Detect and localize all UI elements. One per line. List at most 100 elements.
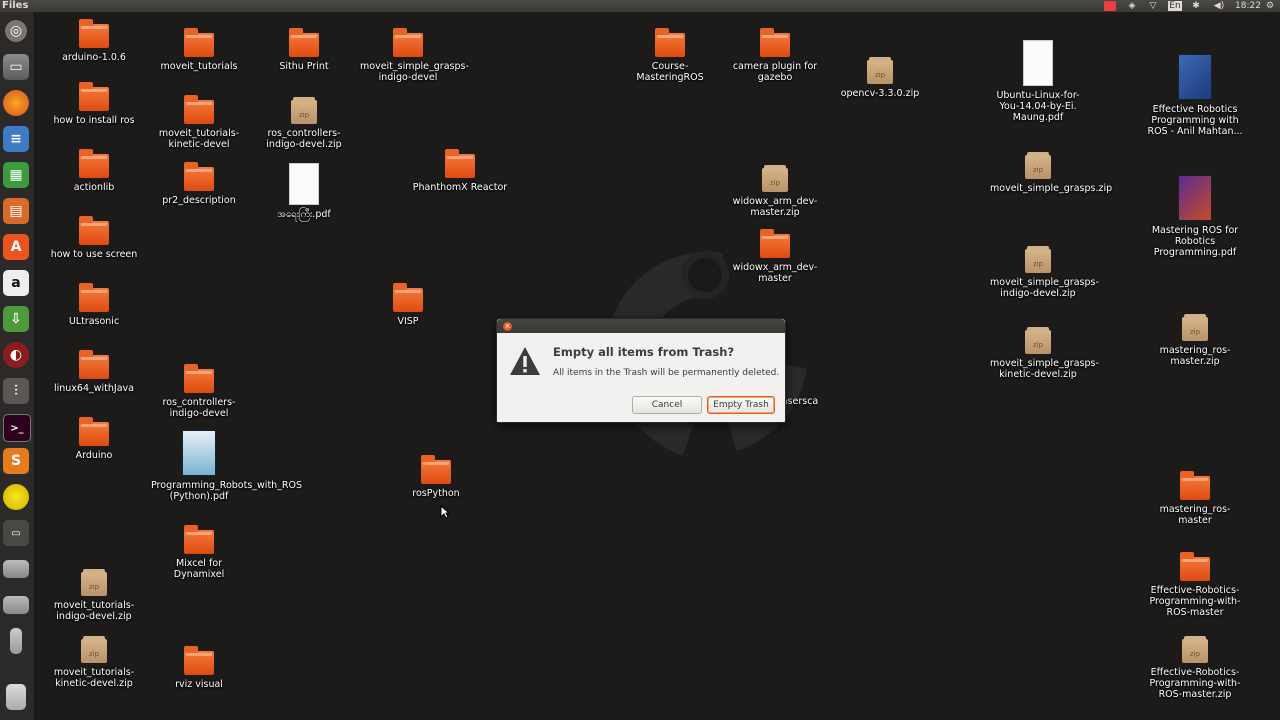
trash-icon[interactable] — [6, 684, 26, 710]
zip-archive-icon: zip — [1182, 636, 1208, 663]
app-yellow-icon[interactable] — [3, 484, 29, 510]
bluetooth-icon[interactable]: ✱ — [1190, 1, 1202, 11]
folder-rospython[interactable]: rosPython — [388, 455, 484, 499]
zip-moveit-simple-grasps-indigo[interactable]: zip moveit_simple_grasps-indigo-devel.zip — [990, 246, 1099, 299]
folder-widowx-arm-dev-master[interactable]: widowx_arm_dev-master — [727, 229, 823, 284]
zip-archive-icon: zip — [291, 97, 317, 124]
zip-archive-icon: zip — [867, 57, 893, 84]
folder-arduino[interactable]: Arduino — [46, 417, 142, 461]
folder-pr2-description[interactable]: pr2_description — [151, 162, 247, 206]
drive-icon[interactable] — [3, 560, 29, 578]
system-monitor-icon[interactable]: ◐ — [3, 342, 29, 368]
folder-icon — [760, 28, 790, 57]
zip-archive-icon: zip — [1025, 152, 1051, 179]
sublime-text-icon[interactable]: S — [3, 448, 29, 474]
folder-icon — [184, 525, 214, 554]
zip-moveit-simple-grasps-kinetic[interactable]: zip moveit_simple_grasps-kinetic-devel.zi… — [990, 327, 1099, 380]
zip-effective-robotics-master[interactable]: zip Effective-Robotics-Programming-with-R… — [1147, 636, 1243, 700]
zip-archive-icon: zip — [1182, 314, 1208, 341]
folder-icon — [1180, 552, 1210, 581]
zip-ros-controllers-indigo[interactable]: zip ros_controllers-indigo-devel.zip — [256, 97, 352, 150]
amazon-icon[interactable]: a — [3, 270, 29, 296]
folder-sithu-print[interactable]: Sithu Print — [256, 28, 352, 72]
calc-icon[interactable]: ▦ — [3, 162, 29, 188]
folder-icon — [445, 149, 475, 178]
close-icon[interactable]: × — [503, 322, 512, 331]
pdf-document-icon — [289, 163, 319, 205]
folder-icon — [79, 19, 109, 48]
folder-icon — [184, 95, 214, 124]
keyboard-layout-indicator[interactable]: En — [1168, 1, 1182, 11]
firefox-icon[interactable] — [3, 90, 29, 116]
files-icon[interactable]: ▭ — [3, 54, 29, 80]
folder-icon — [289, 28, 319, 57]
folder-icon — [79, 216, 109, 245]
top-panel: Files ◈ ▽ En ✱ ◀) 18:22 ⚙ — [0, 0, 1280, 12]
folder-arduino-106[interactable]: arduino-1.0.6 — [46, 19, 142, 63]
folder-icon — [184, 646, 214, 675]
folder-mixcel-for-dynamixel[interactable]: Mixcel for Dynamixel — [151, 525, 247, 580]
settings-icon[interactable]: ⫶ — [3, 378, 29, 404]
folder-moveit-tutorials[interactable]: moveit_tutorials — [151, 28, 247, 72]
book-cover-icon — [182, 430, 216, 476]
folder-icon — [393, 28, 423, 57]
dropbox-icon[interactable]: ◈ — [1126, 1, 1138, 11]
folder-phanthomx-reactor[interactable]: PhanthomX Reactor — [412, 149, 508, 193]
folder-rviz-visual[interactable]: rviz visual — [151, 646, 247, 690]
pdf-mastering-ros[interactable]: Mastering ROS for Robotics Programming.p… — [1147, 175, 1243, 258]
folder-ultrasonic[interactable]: ULtrasonic — [46, 283, 142, 327]
folder-icon — [184, 162, 214, 191]
folder-moveit-tutorials-kinetic[interactable]: moveit_tutorials-kinetic-devel — [151, 95, 247, 150]
cancel-button[interactable]: Cancel — [632, 396, 702, 414]
empty-trash-button[interactable]: Empty Trash — [707, 396, 775, 414]
pdf-ubuntu-linux-for-you[interactable]: Ubuntu-Linux-for-You-14.04-by-Ei. Maung.… — [990, 40, 1086, 123]
writer-icon[interactable]: ≡ — [3, 126, 29, 152]
folder-icon — [393, 283, 423, 312]
book-cover-icon — [1178, 54, 1212, 100]
software-center-icon[interactable]: A — [3, 234, 29, 260]
zip-moveit-simple-grasps[interactable]: zip moveit_simple_grasps.zip — [990, 152, 1112, 194]
zip-archive-icon: zip — [1025, 246, 1051, 273]
folder-linux64-withjava[interactable]: linux64_withJava — [46, 350, 142, 394]
zip-archive-icon: zip — [81, 569, 107, 596]
stop-recording-icon[interactable] — [1104, 1, 1116, 11]
zip-widowx-arm-dev-master[interactable]: zip widowx_arm_dev-master.zip — [727, 165, 823, 218]
folder-how-to-install-ros[interactable]: how to install ros — [46, 82, 142, 126]
zip-mastering-ros-master[interactable]: zip mastering_ros-master.zip — [1147, 314, 1243, 367]
ubuntu-dash-icon[interactable]: ◎ — [5, 20, 27, 42]
drive-icon-2[interactable] — [3, 596, 29, 614]
zip-moveit-tutorials-kinetic[interactable]: zip moveit_tutorials-kinetic-devel.zip — [46, 636, 142, 689]
dialog-heading: Empty all items from Trash? — [553, 345, 735, 359]
session-gear-icon[interactable]: ⚙ — [1264, 1, 1276, 11]
folder-icon — [79, 149, 109, 178]
folder-icon — [79, 82, 109, 111]
folder-ros-controllers-indigo[interactable]: ros_controllers-indigo-devel — [151, 364, 247, 419]
folder-effective-robotics-master[interactable]: Effective-Robotics-Programming-with-ROS-… — [1147, 552, 1243, 618]
folder-course-masteringros[interactable]: Course-MasteringROS — [622, 28, 718, 83]
zip-archive-icon: zip — [1025, 327, 1051, 354]
folder-mastering-ros-master[interactable]: mastering_ros-master — [1147, 471, 1243, 526]
folder-actionlib[interactable]: actionlib — [46, 149, 142, 193]
warning-icon — [510, 347, 540, 375]
zip-archive-icon: zip — [762, 165, 788, 192]
zip-moveit-tutorials-indigo[interactable]: zip moveit_tutorials-indigo-devel.zip — [46, 569, 142, 622]
usb-drive-icon[interactable] — [10, 628, 22, 654]
folder-visp[interactable]: VISP — [360, 283, 456, 327]
folder-moveit-simple-grasps-indigo[interactable]: moveit_simple_grasps-indigo-devel — [360, 28, 469, 83]
network-wifi-icon[interactable]: ▽ — [1146, 1, 1160, 11]
pdf-important[interactable]: အရေးကြီး.pdf — [256, 163, 352, 220]
pdf-programming-robots-with-ros[interactable]: Programming_Robots_with_ROS (Python).pdf — [151, 430, 302, 502]
volume-icon[interactable]: ◀) — [1212, 1, 1226, 11]
pdf-effective-robotics-ros[interactable]: Effective Robotics Programming with ROS … — [1147, 54, 1243, 137]
zip-opencv[interactable]: zip opencv-3.3.0.zip — [832, 57, 928, 99]
window-icon[interactable]: ▭ — [3, 520, 29, 546]
impress-icon[interactable]: ▤ — [3, 198, 29, 224]
folder-how-to-use-screen[interactable]: how to use screen — [46, 216, 142, 260]
app-title: Files — [2, 0, 29, 11]
terminal-icon[interactable]: >_ — [3, 414, 31, 442]
clock[interactable]: 18:22 — [1234, 1, 1262, 11]
folder-icon — [79, 283, 109, 312]
update-manager-icon[interactable]: ⇩ — [3, 306, 29, 332]
book-cover-icon — [1178, 175, 1212, 221]
folder-camera-plugin-gazebo[interactable]: camera plugin for gazebo — [727, 28, 823, 83]
